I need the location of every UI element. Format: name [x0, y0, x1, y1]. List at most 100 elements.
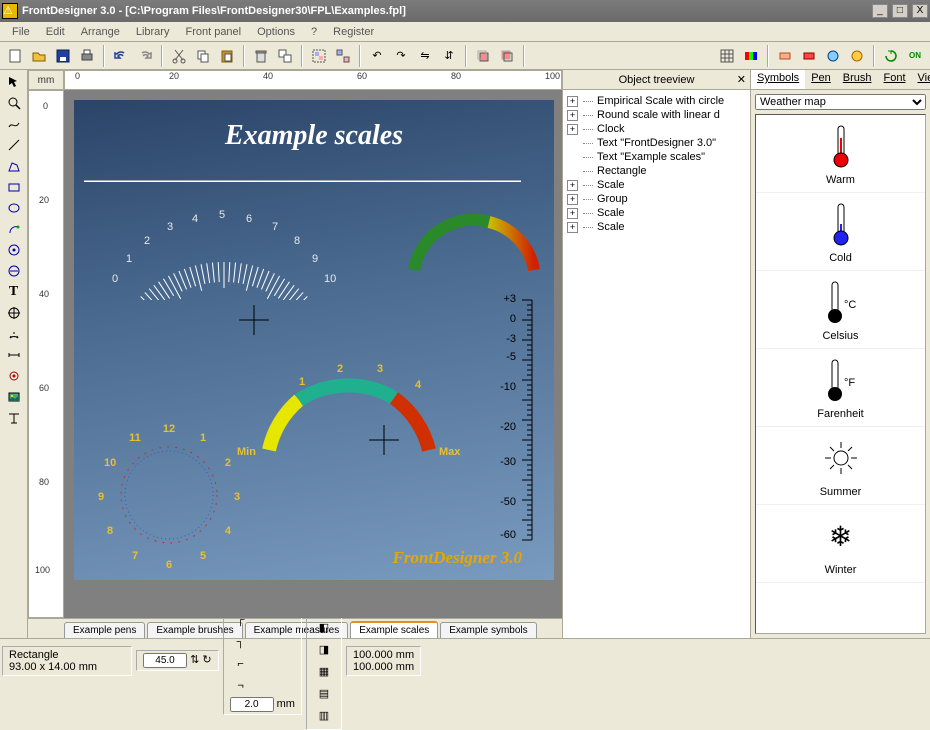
canvas-viewport[interactable]: Example scales 0 1 2 3 4 [64, 90, 562, 618]
tree-expand-icon[interactable]: + [567, 222, 578, 233]
tool-b-icon[interactable] [798, 45, 820, 67]
copy-icon[interactable] [192, 45, 214, 67]
corner-5-icon[interactable]: ▤ [313, 683, 335, 705]
delete-icon[interactable] [250, 45, 272, 67]
bring-front-icon[interactable] [472, 45, 494, 67]
treeview-close-icon[interactable]: ✕ [737, 73, 746, 86]
send-back-icon[interactable] [496, 45, 518, 67]
tree-expand-icon[interactable]: + [567, 110, 578, 121]
tab-view[interactable]: View [912, 70, 930, 89]
tree-item[interactable]: +Scale [567, 220, 746, 234]
symbol-summer[interactable]: Summer [756, 427, 925, 505]
text-tool-icon[interactable]: T [2, 282, 26, 302]
grid-icon[interactable] [716, 45, 738, 67]
ungroup-icon[interactable] [332, 45, 354, 67]
tree-expand-icon[interactable]: + [567, 208, 578, 219]
symbol-warm[interactable]: Warm [756, 115, 925, 193]
tree-expand-icon[interactable]: + [567, 194, 578, 205]
rotate-left-icon[interactable]: ↶ [366, 45, 388, 67]
corner-4-icon[interactable]: ▦ [313, 661, 335, 683]
tree-item[interactable]: +Group [567, 192, 746, 206]
tree-item[interactable]: +Scale [567, 178, 746, 192]
corner-3-icon[interactable]: ◨ [313, 639, 335, 661]
status-input-2[interactable] [230, 697, 274, 712]
spinner-icon[interactable]: ⇅ [190, 654, 199, 666]
drill-tool-icon[interactable] [2, 240, 26, 260]
rect-tool-icon[interactable] [2, 177, 26, 197]
align-tool-icon[interactable] [2, 408, 26, 428]
tool-a-icon[interactable] [774, 45, 796, 67]
menu-edit[interactable]: Edit [38, 24, 73, 40]
symbol-list[interactable]: Warm Cold °C Celsius °F Farenheit Summer… [755, 114, 926, 634]
treeview-body[interactable]: +Empirical Scale with circle+Round scale… [563, 90, 750, 638]
menu-file[interactable]: File [4, 24, 38, 40]
refresh-icon[interactable] [880, 45, 902, 67]
linestyle-2-icon[interactable]: ┐ [230, 631, 252, 653]
corner-2-icon[interactable]: ◧ [313, 617, 335, 639]
minimize-button[interactable]: _ [872, 4, 888, 18]
hole-tool-icon[interactable] [2, 261, 26, 281]
new-icon[interactable] [4, 45, 26, 67]
status-input-1[interactable] [143, 653, 187, 668]
menu-options[interactable]: Options [249, 24, 303, 40]
symbol-tool-icon[interactable] [2, 366, 26, 386]
freehand-tool-icon[interactable] [2, 114, 26, 134]
undo-icon[interactable] [110, 45, 132, 67]
menu-register[interactable]: Register [325, 24, 382, 40]
tree-item[interactable]: Text "FrontDesigner 3.0" [567, 136, 746, 150]
tab-example-symbols[interactable]: Example symbols [440, 622, 536, 638]
tool-d-icon[interactable] [846, 45, 868, 67]
open-icon[interactable] [28, 45, 50, 67]
symbol-winter[interactable]: ❄ Winter [756, 505, 925, 583]
front-panel-page[interactable]: Example scales 0 1 2 3 4 [74, 100, 554, 580]
duplicate-icon[interactable] [274, 45, 296, 67]
tree-item[interactable]: +Clock [567, 122, 746, 136]
maximize-button[interactable]: □ [892, 4, 908, 18]
corner-6-icon[interactable]: ▥ [313, 705, 335, 727]
ellipse-tool-icon[interactable] [2, 198, 26, 218]
crosshair-tool-icon[interactable] [2, 303, 26, 323]
tab-brush[interactable]: Brush [837, 70, 878, 89]
symbol-library-select[interactable]: Weather map [755, 94, 926, 110]
group-icon[interactable] [308, 45, 330, 67]
tree-item[interactable]: +Round scale with linear d [567, 108, 746, 122]
menu-arrange[interactable]: Arrange [73, 24, 128, 40]
tree-expand-icon[interactable]: + [567, 124, 578, 135]
tree-item[interactable]: +Empirical Scale with circle [567, 94, 746, 108]
menu-frontpanel[interactable]: Front panel [177, 24, 249, 40]
zoom-tool-icon[interactable] [2, 93, 26, 113]
polygon-tool-icon[interactable] [2, 156, 26, 176]
tab-example-scales[interactable]: Example scales [350, 621, 438, 638]
print-icon[interactable] [76, 45, 98, 67]
measure-tool-icon[interactable] [2, 345, 26, 365]
tree-expand-icon[interactable]: + [567, 96, 578, 107]
rotate-icon[interactable]: ↻ [202, 654, 211, 666]
redo-icon[interactable] [134, 45, 156, 67]
symbol-farenheit[interactable]: °F Farenheit [756, 349, 925, 427]
symbol-celsius[interactable]: °C Celsius [756, 271, 925, 349]
linestyle-3-icon[interactable]: ⌐ [230, 653, 252, 675]
cut-icon[interactable] [168, 45, 190, 67]
arc-tool-icon[interactable] [2, 219, 26, 239]
flip-v-icon[interactable]: ⇵ [438, 45, 460, 67]
linestyle-4-icon[interactable]: ¬ [230, 675, 252, 697]
tree-expand-icon[interactable]: + [567, 180, 578, 191]
tab-symbols[interactable]: Symbols [751, 70, 805, 89]
pointer-tool-icon[interactable] [2, 72, 26, 92]
line-tool-icon[interactable] [2, 135, 26, 155]
close-button[interactable]: X [912, 4, 928, 18]
rotate-right-icon[interactable]: ↷ [390, 45, 412, 67]
tree-item[interactable]: Rectangle [567, 164, 746, 178]
palette-icon[interactable] [740, 45, 762, 67]
menu-library[interactable]: Library [128, 24, 178, 40]
tree-item[interactable]: Text "Example scales" [567, 150, 746, 164]
tree-item[interactable]: +Scale [567, 206, 746, 220]
tab-pen[interactable]: Pen [805, 70, 837, 89]
tool-c-icon[interactable] [822, 45, 844, 67]
flip-h-icon[interactable]: ⇋ [414, 45, 436, 67]
save-icon[interactable] [52, 45, 74, 67]
symbol-cold[interactable]: Cold [756, 193, 925, 271]
menu-help[interactable]: ? [303, 24, 325, 40]
tab-font[interactable]: Font [878, 70, 912, 89]
tab-example-pens[interactable]: Example pens [64, 622, 145, 638]
